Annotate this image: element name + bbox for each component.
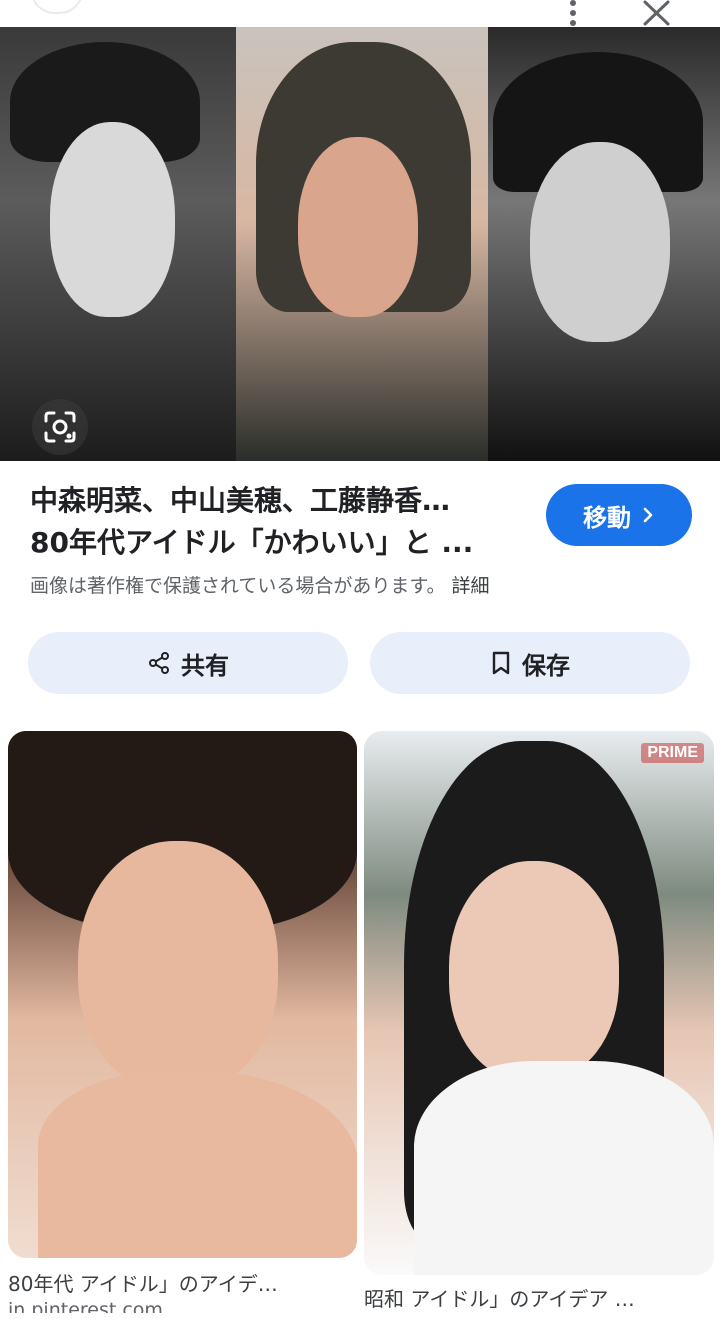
close-button[interactable]: [640, 0, 674, 27]
visit-button[interactable]: 移動: [546, 484, 692, 546]
share-icon: [149, 652, 169, 674]
copyright-text: 画像は著作権で保護されている場合があります。: [30, 575, 446, 597]
bookmark-icon: [492, 651, 510, 675]
details-link[interactable]: 詳細: [452, 575, 490, 597]
image-panel-1: [0, 27, 236, 461]
related-result-1[interactable]: 80年代 アイドル」のアイデ… in.pinterest.com: [8, 731, 357, 1313]
result-title[interactable]: 中森明菜、中山美穂、工藤静香… 80年代アイドル「かわいい」と ...: [30, 480, 530, 564]
save-label: 保存: [522, 651, 570, 680]
related-result-2[interactable]: PRIME 昭和 アイドル」のアイデア …: [364, 731, 714, 1312]
save-button[interactable]: 保存: [370, 632, 690, 694]
chevron-right-icon: [643, 507, 653, 523]
close-icon: [643, 0, 670, 26]
title-line-1: 中森明菜、中山美穂、工藤静香…: [30, 484, 451, 517]
visit-label: 移動: [583, 503, 631, 532]
related-caption-1[interactable]: 80年代 アイドル」のアイデ…: [8, 1268, 357, 1297]
share-label: 共有: [181, 651, 229, 680]
title-line-2: 80年代アイドル「かわいい」と ...: [30, 526, 474, 559]
back-button[interactable]: [30, 0, 84, 14]
image-panel-2: [236, 27, 488, 461]
lens-icon: [44, 411, 76, 443]
related-thumbnail-1[interactable]: [8, 731, 357, 1258]
copyright-notice: 画像は著作権で保護されている場合があります。 詳細: [30, 571, 490, 598]
related-source-1: in.pinterest.com: [8, 1299, 163, 1313]
more-vert-icon: [570, 0, 576, 26]
lens-button[interactable]: [32, 399, 88, 455]
main-image[interactable]: [0, 27, 720, 461]
more-options-button[interactable]: [560, 0, 586, 27]
related-thumbnail-2[interactable]: PRIME: [364, 731, 714, 1275]
watermark-text: PRIME: [641, 743, 704, 763]
share-button[interactable]: 共有: [28, 632, 348, 694]
related-caption-2[interactable]: 昭和 アイドル」のアイデア …: [364, 1283, 714, 1312]
image-panel-3: [488, 27, 720, 461]
top-bar: [0, 0, 720, 27]
